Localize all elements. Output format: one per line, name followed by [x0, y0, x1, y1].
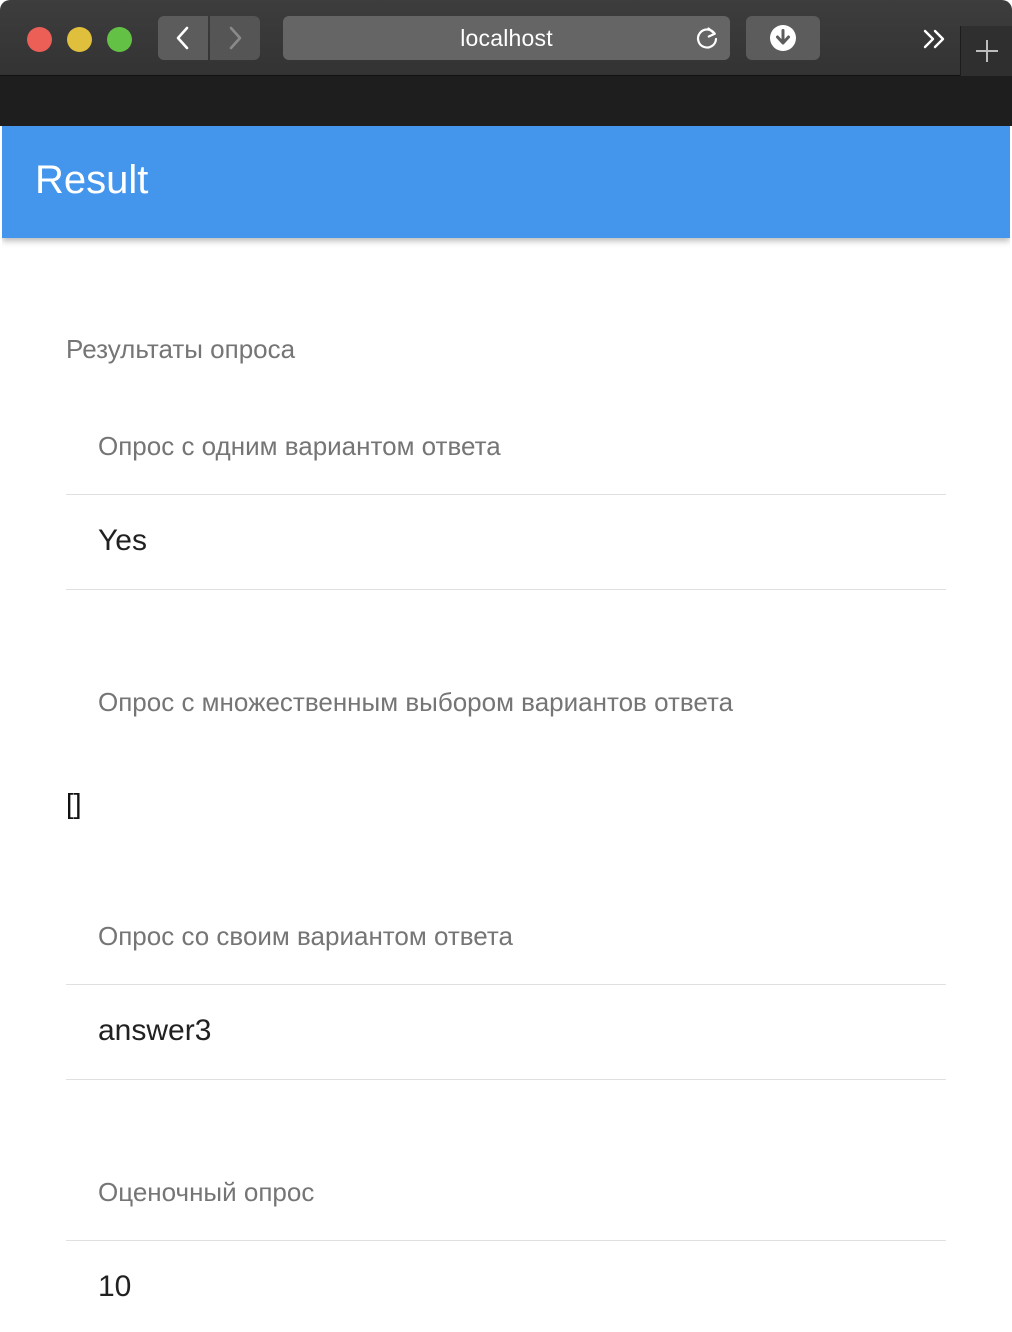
download-icon	[770, 25, 796, 51]
double-chevron-right-icon	[923, 29, 945, 49]
plus-icon	[975, 40, 998, 62]
downloads-button[interactable]	[746, 16, 820, 60]
browser-toolbar: localhost	[0, 0, 1012, 76]
toolbar-overflow-button[interactable]	[914, 22, 956, 56]
rating-answer: 10	[98, 1270, 132, 1303]
divider	[66, 494, 946, 495]
multiple-choice-answer: []	[66, 788, 82, 819]
divider	[66, 984, 946, 985]
divider	[66, 589, 946, 590]
app-header: Result	[2, 126, 1010, 238]
close-window-button[interactable]	[27, 27, 52, 52]
single-choice-answer: Yes	[98, 524, 147, 557]
single-choice-label: Опрос с одним вариантом ответа	[98, 431, 501, 461]
custom-answer-label: Опрос со своим вариантом ответа	[98, 921, 513, 951]
minimize-window-button[interactable]	[67, 27, 92, 52]
divider	[66, 1079, 946, 1080]
custom-answer-value: answer3	[98, 1014, 212, 1047]
back-button[interactable]	[158, 16, 208, 60]
rating-label: Оценочный опрос	[98, 1177, 315, 1207]
navigation-buttons	[158, 16, 260, 60]
chevron-right-icon	[229, 26, 242, 50]
address-bar[interactable]: localhost	[283, 16, 730, 60]
divider	[66, 1240, 946, 1241]
browser-window: localhost Result Результаты опроса Опрос…	[0, 0, 1012, 1332]
zoom-window-button[interactable]	[107, 27, 132, 52]
page-title: Result	[35, 158, 149, 202]
tab-strip	[0, 76, 1012, 126]
address-bar-url: localhost	[460, 24, 553, 51]
chevron-left-icon	[176, 26, 189, 50]
multiple-choice-label: Опрос с множественным выбором вариантов …	[98, 687, 734, 717]
new-tab-button[interactable]	[960, 26, 1012, 76]
results-heading: Результаты опроса	[66, 334, 296, 364]
reload-icon[interactable]	[694, 25, 720, 51]
forward-button[interactable]	[210, 16, 260, 60]
page-viewport: Result Результаты опроса Опрос с одним в…	[2, 126, 1010, 1332]
